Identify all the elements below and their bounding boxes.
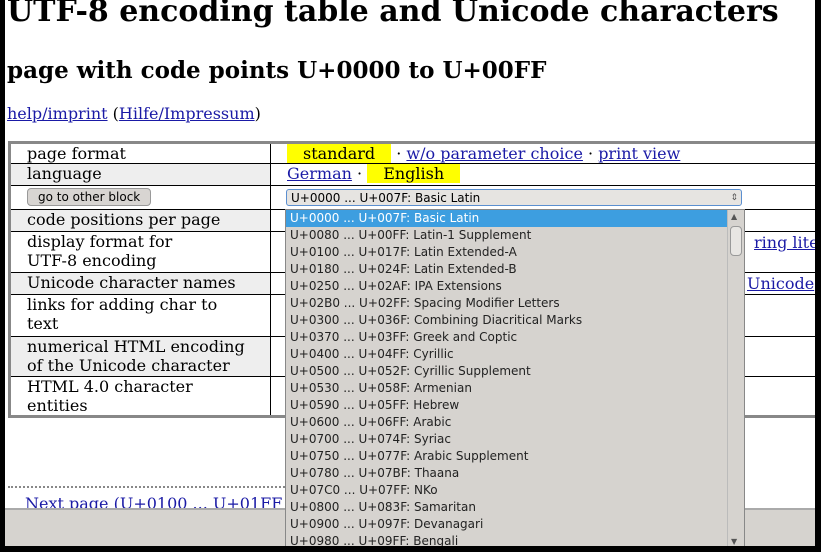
divider: [8, 486, 288, 488]
help-links: help/imprint (Hilfe/Impressum): [7, 104, 261, 123]
dropdown-option[interactable]: U+0750 ... U+077F: Arabic Supplement: [286, 448, 728, 465]
block-dropdown-list[interactable]: U+0000 ... U+007F: Basic Latin U+0080 ...…: [285, 209, 745, 546]
dropdown-option[interactable]: U+0530 ... U+058F: Armenian: [286, 380, 728, 397]
german-link[interactable]: German: [287, 164, 352, 183]
page-format-label: page format: [9, 142, 271, 164]
block-select-value: U+0000 ... U+007F: Basic Latin: [291, 191, 481, 205]
dropdown-option[interactable]: U+0000 ... U+007F: Basic Latin: [286, 210, 728, 227]
dropdown-option[interactable]: U+0400 ... U+04FF: Cyrillic: [286, 346, 728, 363]
scroll-down-icon[interactable]: ▼: [731, 537, 737, 546]
updown-icon: ⇕: [730, 193, 738, 203]
language-label: language: [9, 163, 271, 186]
numerical-encoding-label: numerical HTML encoding of the Unicode ch…: [9, 336, 271, 377]
scrollbar-thumb[interactable]: [730, 226, 742, 256]
dropdown-option[interactable]: U+0180 ... U+024F: Latin Extended-B: [286, 261, 728, 278]
display-format-label: display format for UTF-8 encoding: [9, 231, 271, 273]
dropdown-option[interactable]: U+0590 ... U+05FF: Hebrew: [286, 397, 728, 414]
page-format-standard: standard: [287, 144, 392, 163]
links-adding-label: links for adding char to text: [9, 294, 271, 337]
print-view-link[interactable]: print view: [598, 144, 680, 163]
dropdown-option[interactable]: U+0780 ... U+07BF: Thaana: [286, 465, 728, 482]
block-select[interactable]: U+0000 ... U+007F: Basic Latin ⇕: [286, 189, 742, 206]
dropdown-option[interactable]: U+0100 ... U+017F: Latin Extended-A: [286, 244, 728, 261]
dropdown-option[interactable]: U+0700 ... U+074F: Syriac: [286, 431, 728, 448]
unicode-names-link[interactable]: Unicode: [747, 274, 814, 293]
dropdown-option[interactable]: U+0250 ... U+02AF: IPA Extensions: [286, 278, 728, 295]
dropdown-option[interactable]: U+0800 ... U+083F: Samaritan: [286, 499, 728, 516]
help-imprint-link[interactable]: help/imprint: [7, 104, 108, 123]
dropdown-option[interactable]: U+0600 ... U+06FF: Arabic: [286, 414, 728, 431]
dropdown-scrollbar[interactable]: ▲ ▼: [727, 210, 744, 546]
wo-parameter-link[interactable]: w/o parameter choice: [406, 144, 583, 163]
string-literal-link[interactable]: ring liter: [754, 233, 815, 252]
dropdown-option[interactable]: U+0980 ... U+09FF: Bengali: [286, 533, 728, 546]
scroll-up-icon[interactable]: ▲: [731, 212, 737, 221]
dropdown-option[interactable]: U+0500 ... U+052F: Cyrillic Supplement: [286, 363, 728, 380]
code-positions-label: code positions per page: [9, 209, 271, 232]
page-title: UTF-8 encoding table and Unicode charact…: [7, 0, 779, 29]
go-to-other-block-button[interactable]: go to other block: [27, 188, 152, 206]
dropdown-option[interactable]: U+02B0 ... U+02FF: Spacing Modifier Lett…: [286, 295, 728, 312]
dropdown-option[interactable]: U+0300 ... U+036F: Combining Diacritical…: [286, 312, 728, 329]
dropdown-option[interactable]: U+07C0 ... U+07FF: NKo: [286, 482, 728, 499]
entities-label: HTML 4.0 character entities: [9, 376, 271, 417]
page-subtitle: page with code points U+0000 to U+00FF: [7, 57, 547, 84]
hilfe-impressum-link[interactable]: Hilfe/Impressum: [119, 104, 255, 123]
dropdown-option[interactable]: U+0080 ... U+00FF: Latin-1 Supplement: [286, 227, 728, 244]
char-names-label: Unicode character names: [9, 272, 271, 295]
english-current: English: [367, 164, 461, 183]
dropdown-option[interactable]: U+0900 ... U+097F: Devanagari: [286, 516, 728, 533]
dropdown-option[interactable]: U+0370 ... U+03FF: Greek and Coptic: [286, 329, 728, 346]
web-page: UTF-8 encoding table and Unicode charact…: [5, 0, 815, 546]
